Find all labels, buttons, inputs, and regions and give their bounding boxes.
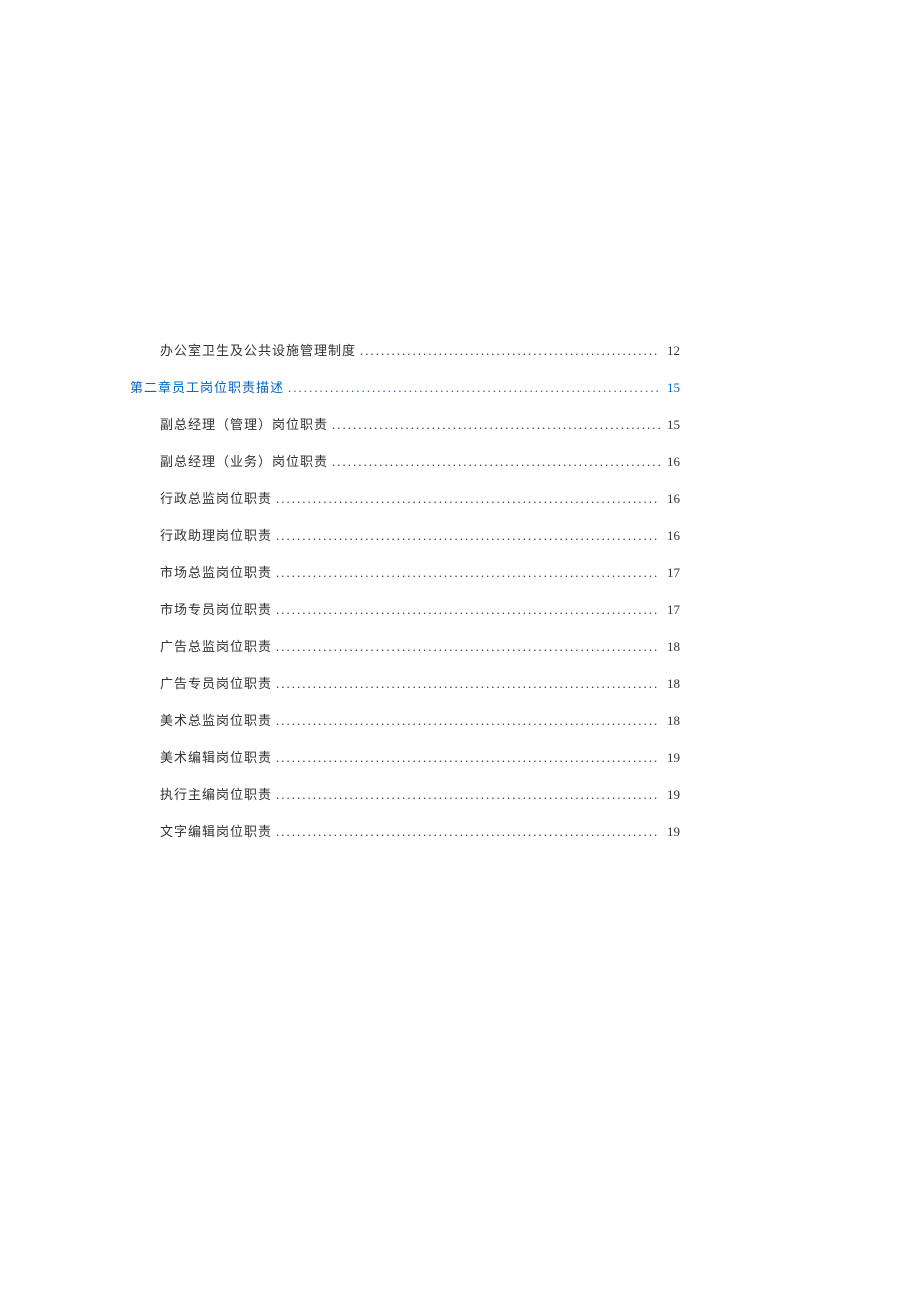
toc-entry-title: 行政总监岗位职责	[160, 488, 272, 507]
toc-leader-dots	[272, 491, 660, 507]
toc-entry-title: 广告总监岗位职责	[160, 636, 272, 655]
toc-entry: 副总经理（管理）岗位职责 15	[130, 414, 680, 433]
toc-entry: 行政总监岗位职责 16	[130, 488, 680, 507]
toc-entry: 行政助理岗位职责 16	[130, 525, 680, 544]
toc-entry-title: 美术编辑岗位职责	[160, 747, 272, 766]
toc-entry-page: 12	[660, 343, 680, 359]
toc-entry-page: 19	[660, 824, 680, 840]
toc-entry-title[interactable]: 第二章员工岗位职责描述	[130, 377, 284, 396]
toc-entry: 广告总监岗位职责 18	[130, 636, 680, 655]
toc-entry: 办公室卫生及公共设施管理制度 12	[130, 340, 680, 359]
toc-entry-title: 办公室卫生及公共设施管理制度	[160, 340, 356, 359]
toc-entry-title: 广告专员岗位职责	[160, 673, 272, 692]
toc-entry-title: 行政助理岗位职责	[160, 525, 272, 544]
toc-entry-page: 19	[660, 750, 680, 766]
toc-leader-dots	[356, 343, 660, 359]
toc-leader-dots	[284, 380, 660, 396]
toc-leader-dots	[272, 565, 660, 581]
toc-entry: 市场专员岗位职责 17	[130, 599, 680, 618]
toc-leader-dots	[272, 528, 660, 544]
toc-leader-dots	[272, 639, 660, 655]
toc-entry-page: 16	[660, 528, 680, 544]
toc-entry-page: 18	[660, 713, 680, 729]
toc-leader-dots	[328, 454, 660, 470]
toc-leader-dots	[272, 676, 660, 692]
toc-leader-dots	[272, 602, 660, 618]
toc-entry-page: 19	[660, 787, 680, 803]
toc-entry-page: 15	[660, 417, 680, 433]
toc-leader-dots	[328, 417, 660, 433]
toc-entry-page: 16	[660, 491, 680, 507]
toc-entry-title: 文字编辑岗位职责	[160, 821, 272, 840]
toc-entry-title: 市场总监岗位职责	[160, 562, 272, 581]
toc-entry-page: 17	[660, 602, 680, 618]
toc-entry-title: 副总经理（业务）岗位职责	[160, 451, 328, 470]
toc-entry-title: 执行主编岗位职责	[160, 784, 272, 803]
toc-entry-page: 17	[660, 565, 680, 581]
toc-entry-title: 市场专员岗位职责	[160, 599, 272, 618]
toc-entry: 广告专员岗位职责 18	[130, 673, 680, 692]
toc-entry[interactable]: 第二章员工岗位职责描述 15	[130, 377, 680, 396]
toc-leader-dots	[272, 750, 660, 766]
toc-leader-dots	[272, 787, 660, 803]
toc-entry: 美术编辑岗位职责 19	[130, 747, 680, 766]
toc-entry-page: 18	[660, 676, 680, 692]
toc-entry: 市场总监岗位职责 17	[130, 562, 680, 581]
toc-entry-title: 副总经理（管理）岗位职责	[160, 414, 328, 433]
toc-entry-page[interactable]: 15	[660, 380, 680, 396]
toc-entry: 美术总监岗位职责 18	[130, 710, 680, 729]
toc-leader-dots	[272, 713, 660, 729]
toc-entry: 文字编辑岗位职责 19	[130, 821, 680, 840]
table-of-contents: 办公室卫生及公共设施管理制度12第二章员工岗位职责描述15副总经理（管理）岗位职…	[130, 340, 680, 840]
toc-leader-dots	[272, 824, 660, 840]
toc-entry-page: 16	[660, 454, 680, 470]
toc-entry-title: 美术总监岗位职责	[160, 710, 272, 729]
toc-entry-page: 18	[660, 639, 680, 655]
toc-entry: 副总经理（业务）岗位职责 16	[130, 451, 680, 470]
toc-entry: 执行主编岗位职责 19	[130, 784, 680, 803]
